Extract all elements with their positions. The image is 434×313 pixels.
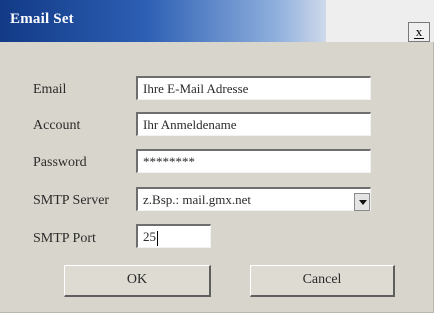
- text-cursor: [157, 230, 158, 246]
- smtp-server-select[interactable]: z.Bsp.: mail.gmx.net: [136, 187, 371, 211]
- password-field[interactable]: ********: [136, 149, 371, 173]
- smtp-port-field[interactable]: 25: [136, 224, 211, 248]
- chevron-down-icon[interactable]: [354, 193, 370, 211]
- smtp-server-label: SMTP Server: [33, 193, 110, 208]
- smtp-server-value: z.Bsp.: mail.gmx.net: [143, 192, 251, 207]
- title-bar: Email Set: [0, 0, 326, 42]
- password-label: Password: [33, 155, 87, 170]
- dialog-title: Email Set: [10, 11, 74, 27]
- account-field[interactable]: Ihr Anmeldename: [136, 112, 371, 136]
- smtp-port-label: SMTP Port: [33, 231, 96, 246]
- email-label: Email: [33, 82, 67, 97]
- close-icon[interactable]: x: [408, 22, 430, 42]
- cancel-button[interactable]: Cancel: [250, 265, 395, 297]
- smtp-port-value: 25: [143, 229, 156, 244]
- email-field[interactable]: Ihre E-Mail Adresse: [136, 76, 371, 100]
- email-set-dialog: Email Set x Email Ihre E-Mail Adresse Ac…: [0, 0, 434, 313]
- ok-button[interactable]: OK: [64, 265, 211, 297]
- account-label: Account: [33, 118, 81, 133]
